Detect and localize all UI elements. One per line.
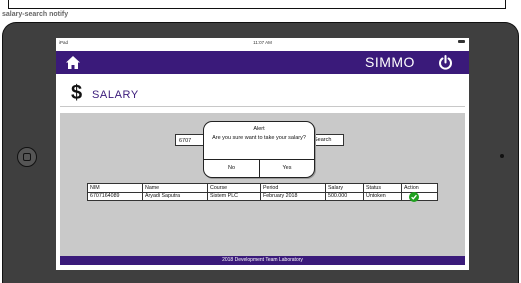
top-frame [0, 0, 521, 12]
title-divider [60, 106, 465, 107]
col-name: Name Aryadi Saputra [143, 184, 208, 201]
cell-period: February 2018 [263, 193, 298, 199]
battery-icon [458, 40, 465, 43]
header-nim: NIM [90, 185, 100, 191]
screen-caption: salary-search notify [2, 11, 69, 18]
header-period: Period [263, 185, 279, 191]
power-icon[interactable] [438, 55, 453, 70]
tablet-home-button[interactable] [17, 147, 37, 167]
cell-salary: 500.000 [328, 193, 348, 199]
header-name: Name [145, 185, 160, 191]
header-course: Course [210, 185, 228, 191]
status-bar: iPad 11:07 AM [56, 38, 469, 47]
cell-course: Sistem PLC [210, 193, 238, 199]
header-status: Status [366, 185, 382, 191]
dialog-message: Are you sure want to take your salary? [212, 135, 306, 141]
dialog-yes-button[interactable]: Yes [260, 160, 314, 177]
dialog-title: Alert [253, 126, 265, 132]
search-input[interactable]: 6707 [175, 134, 205, 146]
cell-nim: 6707164089 [90, 193, 120, 199]
take-salary-check-icon[interactable] [409, 192, 419, 202]
col-course: Course Sistem PLC [208, 184, 261, 201]
dialog-no-button[interactable]: No [204, 160, 259, 177]
content-panel: 6707 Search Alert Are you sure want to t… [60, 113, 465, 256]
header-action: Action [404, 185, 419, 191]
dollar-icon: $ [71, 82, 83, 104]
col-status: Status Untoken [364, 184, 402, 201]
salary-table: NIM 6707164089 Name Aryadi Saputra Cours… [87, 183, 438, 202]
search-button[interactable]: Search [312, 134, 344, 146]
app-header: SIMMO [56, 51, 469, 74]
page-title-text: SALARY [92, 89, 139, 101]
app-screen: iPad 11:07 AM SIMMO $ SALARY 6707 Search… [56, 38, 469, 270]
col-action: Action [402, 184, 437, 202]
home-icon[interactable] [66, 56, 80, 69]
col-period: Period February 2018 [261, 184, 326, 201]
frame-outline [8, 0, 506, 9]
header-salary: Salary [328, 185, 344, 191]
footer: 2018 Development Team Laboratory [60, 256, 465, 265]
clock: 11:07 AM [253, 40, 272, 45]
col-nim: NIM 6707164089 [88, 184, 143, 201]
cell-status: Untoken [366, 193, 386, 199]
alert-dialog: Alert Are you sure want to take your sal… [203, 121, 315, 178]
camera-dot [500, 154, 504, 158]
cell-name: Aryadi Saputra [145, 193, 181, 199]
app-brand: SIMMO [365, 54, 415, 70]
col-salary: Salary 500.000 [326, 184, 364, 201]
